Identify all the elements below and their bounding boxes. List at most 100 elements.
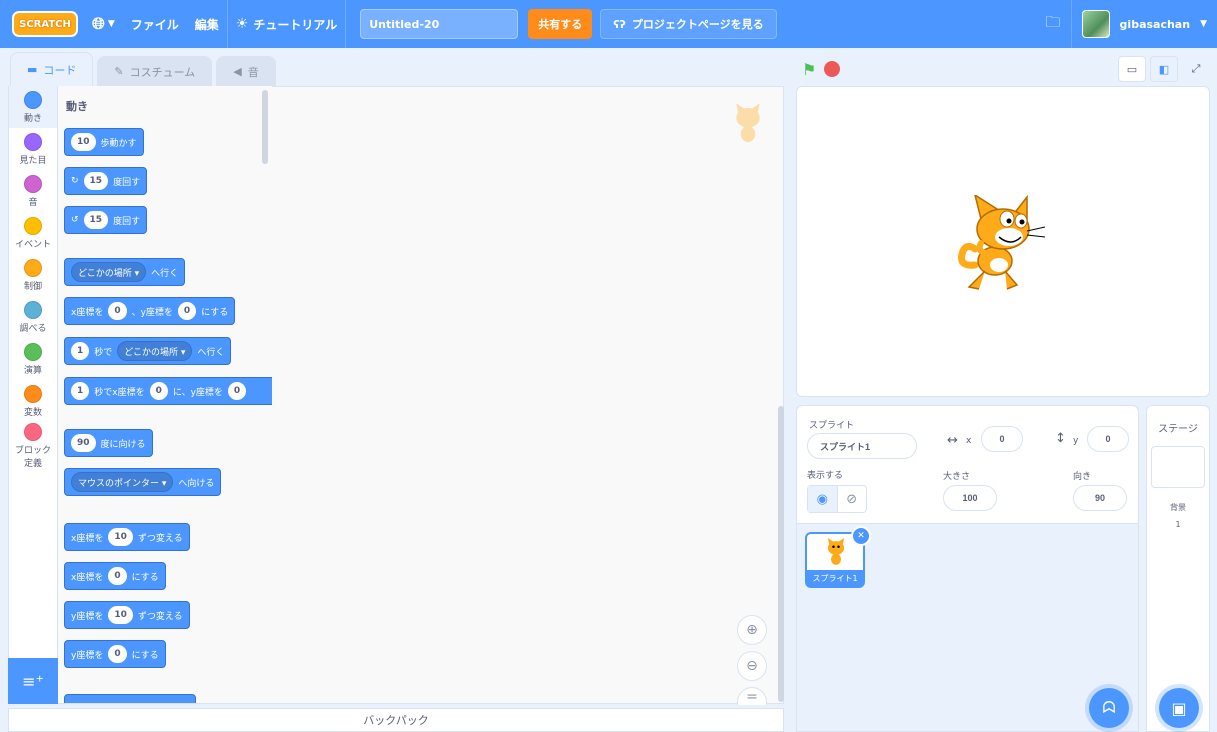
block-move-steps[interactable]: 10 歩動かす [64,128,144,156]
delete-sprite-button[interactable]: ✕ [851,526,871,546]
stage-selector[interactable]: ステージ 背景 1 ▣ [1146,405,1210,732]
small-stage-button[interactable]: ▭ [1118,56,1146,82]
block-input[interactable]: 0 [108,302,127,320]
category-dot-icon [24,132,42,151]
project-title-input[interactable] [360,9,519,39]
block-text: y座標を [71,611,104,622]
add-sprite-button[interactable]: ᗣ [1089,688,1129,728]
block-glide-to[interactable]: 1 秒で どこかの場所 ▾ へ行く [64,337,232,365]
block-turn-left[interactable]: ↺ 15 度回す [64,206,148,234]
block-dropdown[interactable]: どこかの場所 ▾ [71,262,147,282]
avatar[interactable] [1081,10,1110,38]
block-set-y[interactable]: y座標を 0 にする [64,640,166,668]
category-control[interactable]: 制御 [9,254,57,296]
share-button[interactable]: 共有する [528,9,593,39]
tab-costumes[interactable]: ✎ コスチューム [97,56,213,86]
block-goto-xy[interactable]: x座標を 0 、y座標を 0 にする [64,297,236,325]
eye-hidden-icon[interactable]: ⊘ [838,486,867,512]
block-text: へ行く [151,268,179,279]
cat-sprite[interactable] [955,195,1051,295]
normal-stage-button[interactable]: ◧ [1150,56,1178,82]
category-label: 制御 [23,281,42,292]
stop-icon[interactable] [824,61,841,77]
edit-menu[interactable]: 編集 [187,0,227,48]
category-dot-icon [24,90,42,109]
block-input[interactable]: 10 [108,528,133,546]
script-area[interactable]: ⊕ ⊖ = [272,86,784,705]
block-input[interactable]: 0 [177,302,197,320]
block-input[interactable]: 10 [108,606,133,624]
category-looks[interactable]: 見た目 [9,128,57,170]
block-input[interactable]: 15 [83,172,109,190]
chevron-down-icon[interactable]: ▼ [1200,19,1207,29]
scratch-logo[interactable]: SCRATCH [12,11,78,37]
block-input[interactable]: 1 [71,382,90,400]
zoom-in-icon: ⊕ [746,622,758,638]
block-input[interactable]: 10 [71,133,96,151]
block-input[interactable]: 90 [71,434,96,452]
zoom-reset-button[interactable]: = [737,687,767,705]
block-change-x[interactable]: x座標を 10 ずつ変える [64,523,190,551]
folder-icon[interactable]: 🗀︎ [1046,12,1061,37]
fullscreen-icon: ⤢ [1191,62,1201,75]
block-change-y[interactable]: y座標を 10 ずつ変える [64,601,190,629]
category-sound[interactable]: 音 [9,170,57,212]
size-label: 大きさ [943,472,971,482]
green-flag-icon[interactable]: ⚑ [802,60,816,79]
zoom-in-button[interactable]: ⊕ [737,615,767,645]
block-dropdown[interactable]: マウスのポインター ▾ [71,472,174,492]
add-extension-button[interactable]: ≡⁺ [8,658,58,704]
backdrops-label: 背景 [1170,503,1186,512]
tutorials-menu[interactable]: ☀ チュートリアル [228,0,345,48]
category-motion[interactable]: 動き [9,86,57,128]
add-backdrop-button[interactable]: ▣ [1159,688,1199,728]
category-label: 見た目 [19,155,47,166]
tab-code[interactable]: ▬ コード [10,52,94,86]
y-field[interactable] [1087,426,1129,452]
category-dot-icon [24,300,42,319]
palette-scrollbar[interactable] [262,90,268,164]
category-variables[interactable]: 変数 [9,380,57,422]
backpack[interactable]: バックパック [8,708,784,732]
block-input[interactable]: 1 [71,342,90,360]
file-menu[interactable]: ファイル [123,0,187,48]
size-field[interactable] [943,485,997,511]
block-point-direction[interactable]: 90 度に向ける [64,429,153,457]
tab-sounds[interactable]: ◀︎ 音 [216,56,276,86]
category-sensing[interactable]: 調べる [9,296,57,338]
sprite-name-field[interactable] [807,433,917,459]
block-dropdown[interactable]: どこかの場所 ▾ [117,341,193,361]
see-project-icon: ʕʔ [613,17,626,31]
block-turn-right[interactable]: ↻ 15 度回す [64,167,148,195]
category-my-blocks[interactable]: ブロック定義 [9,422,57,470]
category-events[interactable]: イベント [9,212,57,254]
block-input[interactable]: 0 [108,645,127,663]
zoom-out-icon: ⊖ [746,658,758,674]
stage-canvas[interactable] [796,86,1210,397]
see-project-page-button[interactable]: ʕʔ プロジェクトページを見る [600,9,777,39]
fullscreen-button[interactable]: ⤢ [1182,56,1210,82]
block-input[interactable]: 0 [227,382,247,400]
backdrop-thumbnail[interactable] [1151,446,1205,488]
username[interactable]: gibasachan [1120,18,1191,31]
sprite-tile[interactable]: スプライト1 ✕ [805,526,871,588]
direction-field[interactable] [1073,485,1127,511]
x-arrow-icon: ↔ [947,433,958,448]
block-glide-xy[interactable]: 1 秒でx座標を 0 に、y座標を 0 [64,377,272,405]
category-operators[interactable]: 演算 [9,338,57,380]
cat-thumbnail [827,538,845,565]
block-set-x[interactable]: x座標を 0 にする [64,562,166,590]
zoom-out-button[interactable]: ⊖ [737,651,767,681]
language-menu[interactable]: 🌐︎ ▼ [84,0,123,48]
block-input[interactable]: 15 [83,211,109,229]
block-input[interactable]: 0 [108,567,127,585]
block-goto[interactable]: どこかの場所 ▾ へ行く [64,258,186,286]
block-input[interactable]: 0 [149,382,168,400]
category-dot-icon [24,423,42,441]
block-point-towards[interactable]: マウスのポインター ▾ へ向ける [64,468,222,496]
x-field[interactable] [981,426,1023,452]
script-scrollbar[interactable] [778,406,784,702]
sprite-watermark-icon [736,103,760,143]
eye-icon[interactable]: ◉ [808,486,838,512]
block-partial[interactable] [64,694,196,703]
